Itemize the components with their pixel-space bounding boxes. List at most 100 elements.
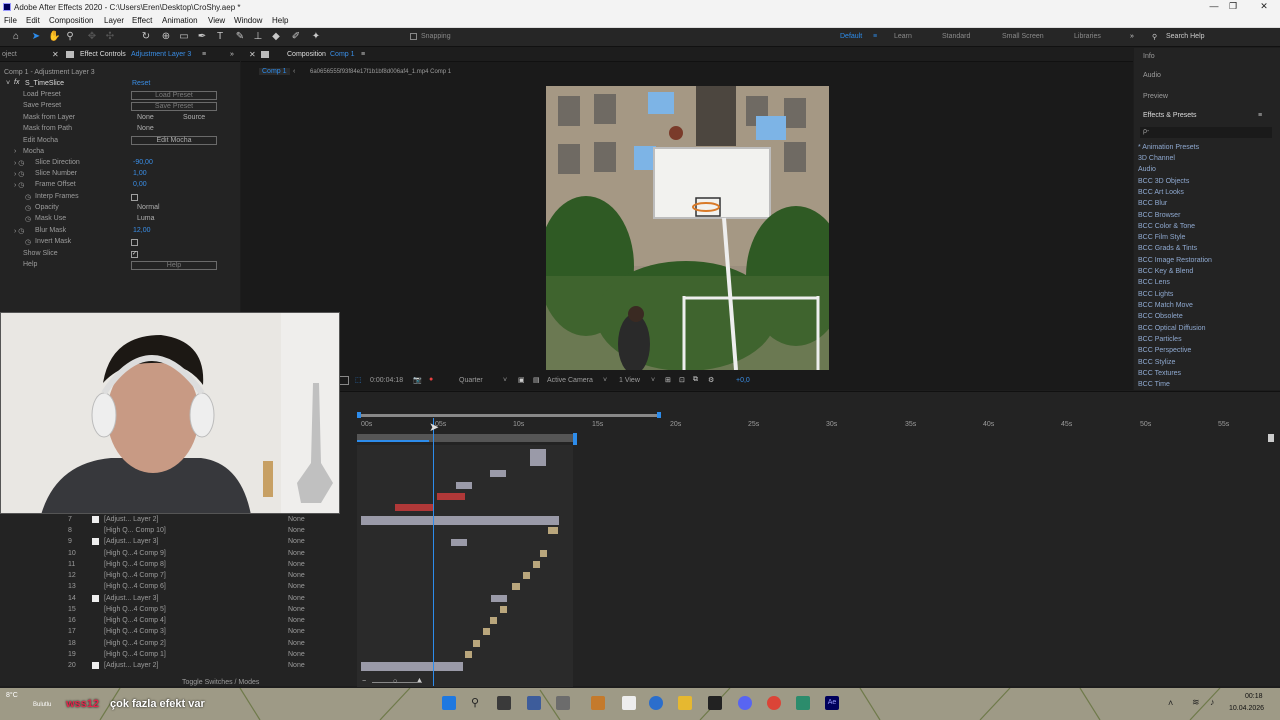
layer-name[interactable]: [High Q...4 Comp 2]	[104, 640, 166, 647]
table-row[interactable]: 14 [Adjust... Layer 3] None	[0, 594, 357, 605]
panel-menu-icon[interactable]: ≡	[1258, 112, 1262, 119]
layer-name[interactable]: [Adjust... Layer 2]	[104, 662, 158, 669]
chevron-right-icon[interactable]: »	[1130, 33, 1134, 40]
after-effects-taskbar-icon[interactable]: Ae	[825, 696, 839, 710]
slice-direction-value[interactable]: -90,00	[133, 159, 153, 166]
layer-name[interactable]: [High Q...4 Comp 1]	[104, 651, 166, 658]
color-channel-icon[interactable]: ●	[429, 376, 433, 383]
layer-bar[interactable]	[451, 539, 467, 546]
layer-name[interactable]: [High Q...4 Comp 5]	[104, 606, 166, 613]
list-item[interactable]: BCC Film Style	[1138, 234, 1185, 241]
close-icon[interactable]: ✕	[52, 50, 59, 59]
blur-mask-value[interactable]: 12,00	[133, 227, 151, 234]
list-item[interactable]: BCC Textures	[1138, 370, 1181, 377]
tray-chevron-icon[interactable]: ˄	[1168, 698, 1173, 708]
clone-stamp-icon[interactable]: ⊥	[252, 31, 264, 43]
tab-composition-name[interactable]: Comp 1	[330, 51, 355, 58]
comp-path[interactable]: 6a0656555f93f84e17f1b1bf8d006af4_1.mp4 C…	[310, 69, 451, 75]
region-icon[interactable]	[339, 376, 349, 385]
table-row[interactable]: 15 [High Q...4 Comp 5] None	[0, 605, 357, 616]
views-dropdown[interactable]: 1 View	[619, 377, 640, 384]
task-view-icon[interactable]	[497, 696, 511, 710]
mocha-group-chevron-icon[interactable]: ›	[14, 148, 16, 155]
list-item[interactable]: BCC Perspective	[1138, 347, 1191, 354]
audio-panel-tab[interactable]: Audio	[1143, 72, 1161, 79]
list-item[interactable]: Audio	[1138, 166, 1156, 173]
layer-name[interactable]: [Adjust... Layer 2]	[104, 516, 158, 523]
layer-bar[interactable]	[361, 662, 463, 671]
list-item[interactable]: BCC Color & Tone	[1138, 223, 1195, 230]
grid-icon[interactable]: ⊡	[679, 376, 685, 384]
layer-name[interactable]: [Adjust... Layer 3]	[104, 595, 158, 602]
fx-icon[interactable]: fx	[14, 79, 19, 86]
workspace-default[interactable]: Default	[840, 33, 862, 40]
fast-preview-icon[interactable]: ▣	[518, 376, 525, 384]
save-preset-button[interactable]: Save Preset	[131, 102, 217, 111]
toggle-transparency-icon[interactable]: ▤	[533, 376, 540, 384]
snapping-checkbox[interactable]	[410, 33, 417, 40]
store-icon[interactable]	[708, 696, 722, 710]
stopwatch-icon[interactable]: › ◷	[14, 227, 24, 235]
clock-date[interactable]: 10.04.2026	[1229, 705, 1264, 712]
rectangle-tool-icon[interactable]: ▭	[178, 31, 190, 43]
fit-icon[interactable]: ⊞	[665, 376, 671, 384]
list-item[interactable]: BCC Art Looks	[1138, 189, 1184, 196]
work-area-start-handle[interactable]	[357, 412, 361, 418]
list-item[interactable]: BCC Key & Blend	[1138, 268, 1193, 275]
layer-parent-dropdown[interactable]: None	[288, 606, 305, 613]
lock-icon[interactable]	[66, 51, 74, 58]
chevron-down-icon[interactable]: ˅	[651, 377, 655, 384]
layer-name[interactable]: [High Q...4 Comp 4]	[104, 617, 166, 624]
workspace-menu-icon[interactable]: ≡	[873, 33, 877, 40]
volume-icon[interactable]: ♪	[1210, 697, 1215, 707]
mask-from-path-dropdown[interactable]: None	[137, 125, 154, 134]
preview-panel-tab[interactable]: Preview	[1143, 93, 1168, 100]
layer-name[interactable]: [High Q... Comp 10]	[104, 527, 166, 534]
effects-presets-tab[interactable]: Effects & Presets	[1143, 112, 1197, 119]
work-area-end-marker[interactable]	[573, 433, 577, 445]
zoom-handle-icon[interactable]: ○	[393, 678, 397, 685]
stopwatch-icon[interactable]: ◷	[25, 238, 31, 246]
menu-file[interactable]: File	[4, 16, 17, 25]
layer-parent-dropdown[interactable]: None	[288, 561, 305, 568]
menu-layer[interactable]: Layer	[104, 16, 124, 25]
zoom-out-icon[interactable]: −	[362, 678, 366, 685]
table-row[interactable]: 12 [High Q...4 Comp 7] None	[0, 571, 357, 582]
minimize-icon[interactable]: —	[1207, 1, 1221, 13]
files-icon[interactable]	[591, 696, 605, 710]
puppet-tool-icon[interactable]: ✦	[310, 31, 322, 43]
work-area-end-handle[interactable]	[657, 412, 661, 418]
layer-bar[interactable]	[548, 527, 558, 534]
table-row[interactable]: 11 [High Q...4 Comp 8] None	[0, 560, 357, 571]
table-row[interactable]: 16 [High Q...4 Comp 4] None	[0, 616, 357, 627]
playhead-line[interactable]	[433, 418, 434, 686]
workspace-small-screen[interactable]: Small Screen	[1002, 33, 1044, 40]
menu-edit[interactable]: Edit	[26, 16, 40, 25]
interp-frames-checkbox[interactable]	[131, 194, 138, 201]
maximize-icon[interactable]: ❐	[1226, 1, 1240, 13]
layer-bar[interactable]	[500, 606, 507, 613]
layer-bar[interactable]	[530, 449, 546, 466]
pan-behind-tool-icon[interactable]: ⊕	[160, 31, 172, 43]
layer-bar[interactable]	[490, 470, 506, 477]
discord-icon[interactable]	[738, 696, 752, 710]
table-row[interactable]: 17 [High Q...4 Comp 3] None	[0, 627, 357, 638]
zoom-in-icon[interactable]: ▲	[416, 677, 423, 684]
snapshot-icon[interactable]: 📷	[413, 376, 422, 384]
edit-mocha-button[interactable]: Edit Mocha	[131, 136, 217, 145]
toggle-switches-modes[interactable]: Toggle Switches / Modes	[182, 679, 259, 686]
chevron-down-icon[interactable]: ˅	[503, 377, 507, 384]
brush-tool-icon[interactable]: ✎	[234, 31, 246, 43]
layer-name[interactable]: [High Q...4 Comp 9]	[104, 550, 166, 557]
reset-exposure-icon[interactable]: ⚙	[708, 376, 714, 384]
layer-name[interactable]: [High Q...4 Comp 7]	[104, 572, 166, 579]
layer-bar[interactable]	[490, 617, 497, 624]
list-item[interactable]: * Animation Presets	[1138, 144, 1199, 151]
camera-dropdown[interactable]: Active Camera	[547, 377, 593, 384]
list-item[interactable]: BCC Image Restoration	[1138, 257, 1212, 264]
menu-view[interactable]: View	[208, 16, 225, 25]
chrome-icon[interactable]	[767, 696, 781, 710]
widgets-icon[interactable]	[527, 696, 541, 710]
layer-parent-dropdown[interactable]: None	[288, 550, 305, 557]
workspace-learn[interactable]: Learn	[894, 33, 912, 40]
